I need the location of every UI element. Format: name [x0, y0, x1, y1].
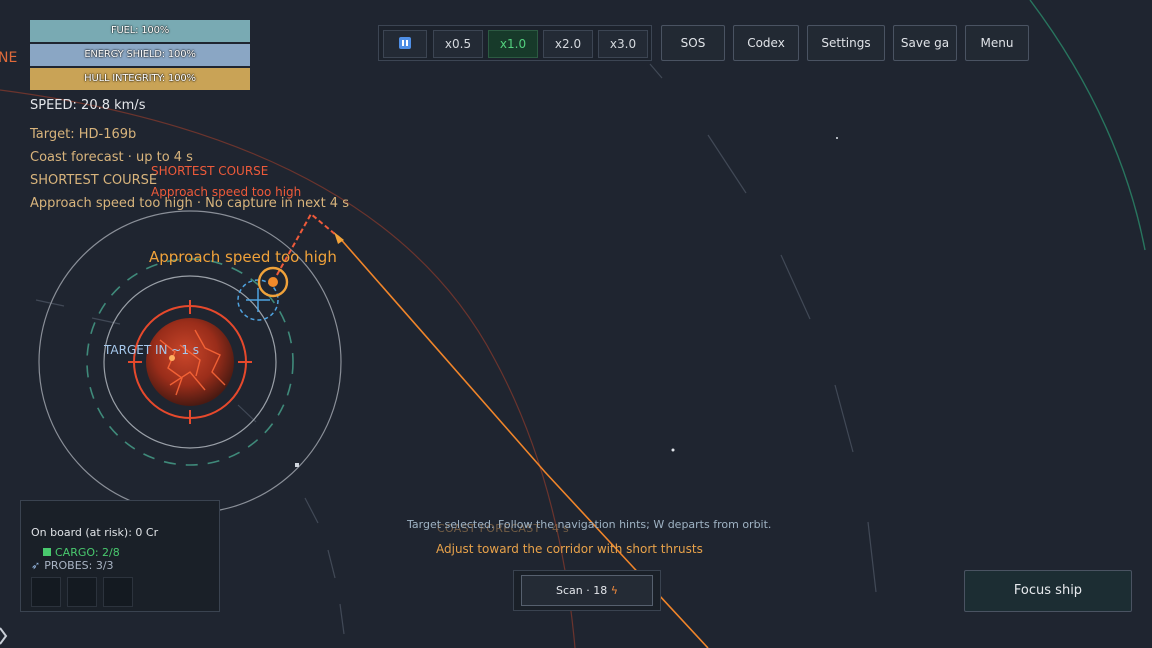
target-eta-label: TARGET IN ~1 s — [104, 343, 200, 357]
star-dot — [295, 463, 299, 467]
speed-x2.0-button[interactable]: x2.0 — [543, 30, 593, 58]
save-game-button[interactable]: Save ga — [893, 25, 957, 61]
time-speed-group: x0.5 x1.0 x2.0 x3.0 — [378, 25, 652, 61]
probes-count: ➶ PROBES: 3/3 — [31, 559, 114, 572]
coast-forecast: Coast forecast · up to 4 s — [30, 150, 193, 165]
pause-button[interactable] — [383, 30, 427, 58]
shield-label: ENERGY SHIELD: 100% — [84, 49, 196, 60]
inventory-slot[interactable] — [31, 577, 61, 607]
onboard-value: On board (at risk): 0 Cr — [31, 526, 159, 539]
menu-button[interactable]: Menu — [965, 25, 1029, 61]
star-dot — [836, 137, 838, 139]
cube-icon — [43, 548, 51, 556]
scan-button[interactable]: Scan · 18 ϟ — [521, 575, 653, 606]
speed-x3.0-button[interactable]: x3.0 — [598, 30, 648, 58]
course-mode: SHORTEST COURSE — [30, 173, 158, 188]
fuel-label: FUEL: 100% — [110, 25, 170, 36]
scan-label: Scan · 18 — [556, 584, 608, 597]
sos-button[interactable]: SOS — [661, 25, 725, 61]
navigation-hint: Target selected. Follow the navigation h… — [407, 518, 772, 531]
shortest-course-map-label: SHORTEST COURSE — [151, 164, 269, 178]
cargo-label: CARGO: 2/8 — [55, 546, 120, 559]
energy-shield-bar: ENERGY SHIELD: 100% — [30, 44, 250, 66]
corridor-hint: Adjust toward the corridor with short th… — [436, 542, 703, 556]
speed-x1.0-button[interactable]: x1.0 — [488, 30, 538, 58]
rocket-icon: ➶ — [31, 559, 41, 572]
speed-x0.5-button[interactable]: x0.5 — [433, 30, 483, 58]
edge-direction-label: NE — [0, 50, 18, 66]
hull-label: HULL INTEGRITY: 100% — [84, 73, 196, 84]
planet-hd-169b[interactable] — [146, 318, 234, 406]
target-name: Target: HD-169b — [30, 127, 137, 142]
corner-glyph — [0, 627, 8, 645]
star-dot — [671, 448, 675, 452]
focus-ship-button[interactable]: Focus ship — [964, 570, 1132, 612]
cargo-count: CARGO: 2/8 — [43, 546, 120, 559]
approach-status: Approach speed too high · No capture in … — [30, 196, 349, 211]
distant-orbit-arc — [1029, 0, 1146, 251]
hull-integrity-bar: HULL INTEGRITY: 100% — [30, 68, 250, 90]
player-ship[interactable] — [257, 266, 289, 298]
speed-readout: SPEED: 20.8 km/s — [30, 98, 146, 113]
inventory-slot[interactable] — [103, 577, 133, 607]
scan-panel: Scan · 18 ϟ — [513, 570, 661, 611]
approach-warning-large: Approach speed too high — [149, 248, 337, 266]
inventory-slot[interactable] — [67, 577, 97, 607]
pause-icon — [399, 37, 411, 49]
fuel-bar: FUEL: 100% — [30, 20, 250, 42]
cargo-panel: On board (at risk): 0 Cr CARGO: 2/8 ➶ PRO… — [20, 500, 220, 612]
probes-label: PROBES: 3/3 — [44, 559, 114, 572]
bolt-icon: ϟ — [610, 584, 618, 597]
settings-button[interactable]: Settings — [807, 25, 885, 61]
codex-button[interactable]: Codex — [733, 25, 799, 61]
